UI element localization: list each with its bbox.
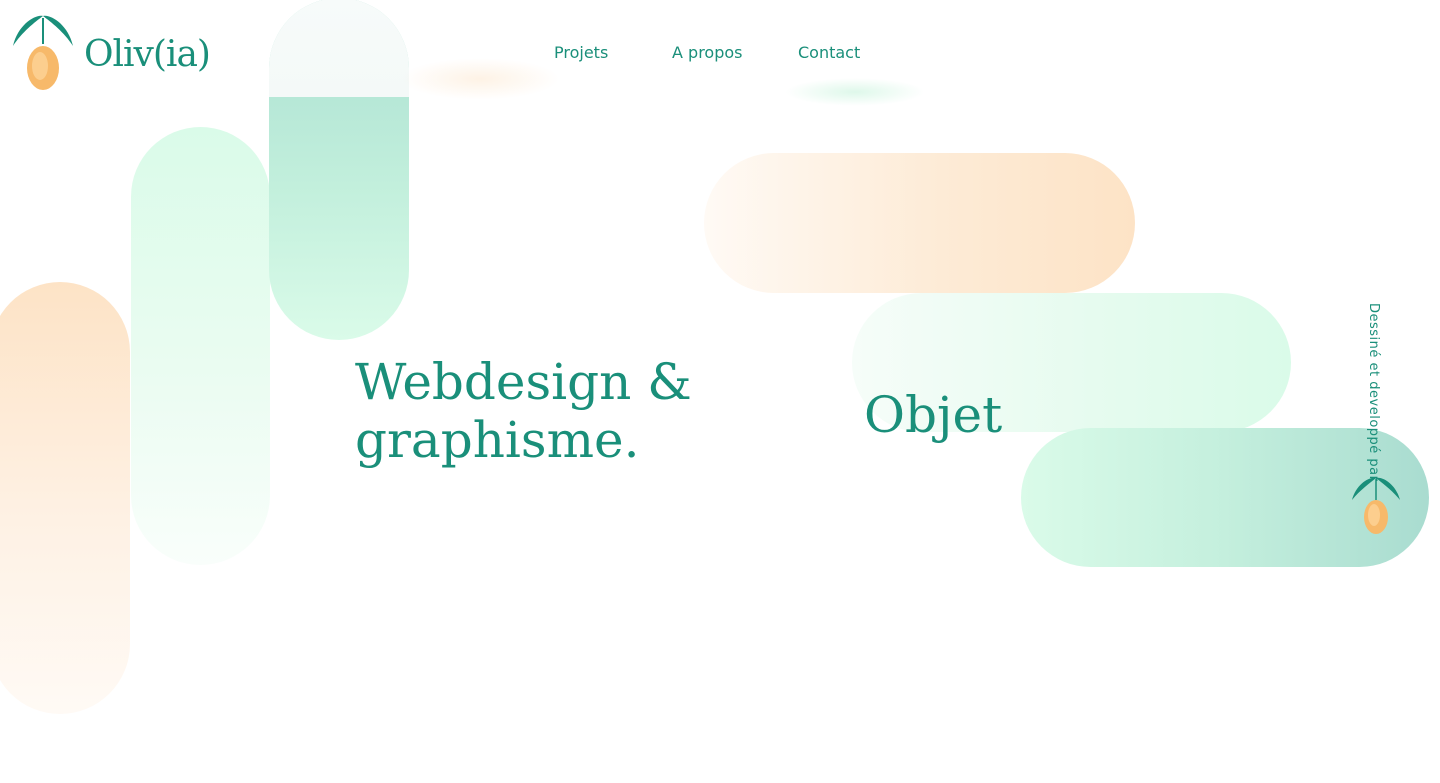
hero-headline-line-2: graphisme. bbox=[355, 411, 640, 469]
olive-icon[interactable] bbox=[1350, 476, 1402, 538]
decorative-pill-peach-horizontal bbox=[704, 153, 1135, 293]
decorative-pill-peach-vertical bbox=[0, 282, 130, 714]
nav-link-a-propos[interactable]: A propos bbox=[672, 42, 742, 64]
nav-link-contact[interactable]: Contact bbox=[798, 42, 860, 64]
decorative-blur bbox=[785, 78, 925, 106]
designer-credit: Dessiné et developpé par bbox=[1366, 303, 1381, 482]
secondary-heading: Objet bbox=[864, 386, 1003, 444]
nav-link-projets[interactable]: Projets bbox=[554, 42, 608, 64]
main-nav: Projets A propos Contact bbox=[0, 42, 1440, 64]
decorative-blur bbox=[400, 58, 560, 100]
hero-headline: Webdesign & graphisme. bbox=[355, 353, 692, 469]
decorative-pill-mint-vertical bbox=[131, 127, 270, 565]
hero-headline-line-1: Webdesign & bbox=[355, 353, 692, 411]
